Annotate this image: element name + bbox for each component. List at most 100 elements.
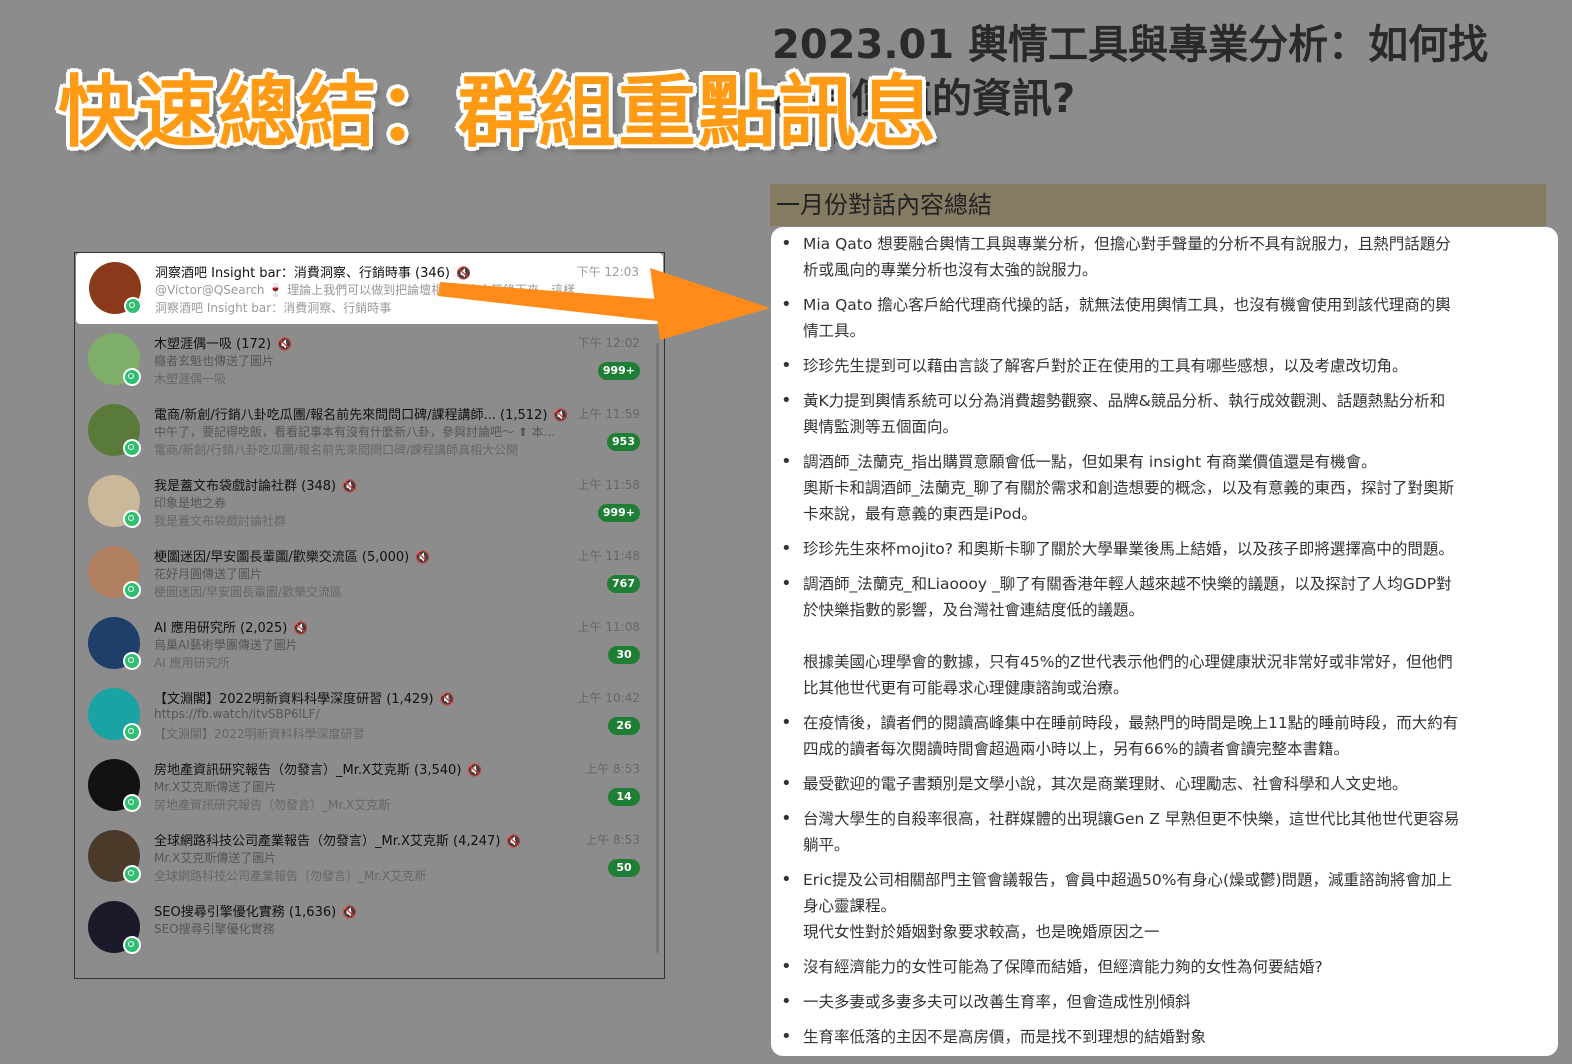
summary-line: 調酒師_法蘭克_指出購買意願會低一點，但如果有 insight 有商業價值還是有… [803, 453, 1377, 471]
chat-row[interactable]: 電商/新創/行銷八卦吃瓜團/報名前先來問問口碑/課程講師... (1,512) 🔇… [75, 395, 664, 466]
mute-icon: 🔇 [439, 692, 455, 706]
openchat-icon [124, 297, 142, 315]
chat-row[interactable]: 梗圖迷因/早安圖長輩圖/歡樂交流區 (5,000) 🔇 花好月圓傳送了圖片 梗圖迷因/… [75, 537, 664, 608]
chat-name-label: AI 應用研究所 (2,025) [154, 621, 288, 636]
chat-last-message: https://fb.watch/itvSBP6lLF/ [154, 707, 320, 721]
chat-name-label: 【文淵閣】2022明新資料科學深度研習 (1,429) [154, 692, 434, 707]
mute-icon: 🔇 [277, 337, 293, 351]
chat-row[interactable]: 我是蓋文布袋戲討論社群 (348) 🔇 印象是地之券 我是蓋文布袋戲討論社群 上午 11… [75, 466, 664, 537]
openchat-icon [123, 794, 141, 812]
summary-item: 最受歡迎的電子書類別是文學小說，其次是商業理財、心理勵志、社會科學和人文史地。 [781, 771, 1540, 797]
summary-line: 比其他世代更有可能尋求心理健康諮詢或治療。 [803, 679, 1129, 697]
unread-count-badge: 999+ [597, 362, 640, 380]
chat-name: 木塑涯偶一吸 (172) 🔇 [154, 333, 292, 352]
chat-name: SEO搜尋引擎優化實務 (1,636) 🔇 [154, 901, 357, 920]
chat-name: 我是蓋文布袋戲討論社群 (348) 🔇 [154, 475, 357, 494]
chat-row[interactable]: AI 應用研究所 (2,025) 🔇 烏巢AI藝術學團傳送了圖片 AI 應用研究所 上午… [75, 608, 664, 679]
summary-line: 四成的讀者每次閱讀時間會超過兩小時以上，另有66%的讀者會讀完整本書籍。 [803, 740, 1349, 758]
chat-name-label: 木塑涯偶一吸 (172) [154, 337, 272, 352]
summary-card: Mia Qato 想要融合輿情工具與專業分析，但擔心對手聲量的分析不具有說服力，… [771, 227, 1558, 1056]
chat-last-message: 花好月圓傳送了圖片 [154, 567, 263, 581]
mute-icon: 🔇 [342, 479, 358, 493]
mute-icon: 🔇 [293, 621, 309, 635]
chat-name-label: 全球網路科技公司產業報告（勿發言）_Mr.X艾克斯 (4,247) [154, 834, 501, 849]
openchat-icon [123, 652, 141, 670]
chat-time: 上午 8:53 [585, 833, 640, 847]
openchat-icon [123, 723, 141, 741]
openchat-icon [123, 439, 141, 457]
unread-count-badge: 14 [608, 788, 640, 806]
summary-item: 珍珍先生提到可以藉由言談了解客戶對於正在使用的工具有哪些感想，以及考慮改切角。 [781, 353, 1540, 379]
summary-line: 於快樂指數的影響，及台灣社會連結度低的議題。 [803, 601, 1145, 619]
chat-time: 上午 11:08 [577, 620, 640, 634]
mute-icon: 🔇 [455, 266, 471, 280]
chat-name: 梗圖迷因/早安圖長輩圖/歡樂交流區 (5,000) 🔇 [154, 546, 430, 565]
summary-item: Mia Qato 擔心客戶給代理商代操的話，就無法使用輿情工具，也沒有機會使用到… [781, 292, 1540, 344]
summary-line: 躺平。 [803, 836, 850, 854]
summary-line: 根據美國心理學會的數據，只有45%的Z世代表示他們的心理健康狀況非常好或非常好，… [803, 653, 1453, 671]
chat-group-name: 梗圖迷因/早安圖長輩圖/歡樂交流區 [154, 585, 343, 599]
chat-row[interactable]: SEO搜尋引擎優化實務 (1,636) 🔇 SEO搜尋引擎優化實務 [75, 892, 664, 963]
chat-row[interactable]: 木塑涯偶一吸 (172) 🔇 癮者玄魁也傳送了圖片 木塑涯偶一吸 下午 12:02 999… [75, 324, 664, 395]
summary-item: 在疫情後，讀者們的閱讀高峰集中在睡前時段，最熱門的時間是晚上11點的睡前時段，而… [781, 710, 1540, 762]
summary-line: 珍珍先生提到可以藉由言談了解客戶對於正在使用的工具有哪些感想，以及考慮改切角。 [803, 357, 1408, 375]
unread-count-badge: 953 [607, 433, 640, 451]
chat-last-message: SEO搜尋引擎優化實務 [154, 922, 275, 936]
chat-name-label: 電商/新創/行銷八卦吃瓜團/報名前先來問問口碑/課程講師... (1,512) [154, 408, 548, 423]
chat-row[interactable]: 房地產資訊研究報告（勿發言）_Mr.X艾克斯 (3,540) 🔇 Mr.X艾克斯傳送… [75, 750, 664, 821]
summary-line: 身心靈課程。 [803, 897, 897, 915]
summary-line: Eric提及公司相關部門主管會議報告，會員中超過50%有身心(燥或鬱)問題，減重… [803, 871, 1453, 889]
openchat-icon [123, 368, 141, 386]
unread-count-badge: 999+ [597, 504, 640, 522]
chat-list-window: 洞察酒吧 Insight bar：消費洞察、行銷時事 (346) 🔇 @Victor… [74, 252, 665, 979]
chat-time: 下午 12:02 [577, 336, 640, 350]
chat-name: 【文淵閣】2022明新資料科學深度研習 (1,429) 🔇 [154, 688, 455, 707]
section-heading: 一月份對話內容總結 [770, 184, 1546, 226]
chat-name: AI 應用研究所 (2,025) 🔇 [154, 617, 308, 636]
chat-group-name: 木塑涯偶一吸 [154, 372, 227, 386]
headline: 快速總結：群組重點訊息 [58, 68, 939, 158]
chat-row[interactable]: 洞察酒吧 Insight bar：消費洞察、行銷時事 (346) 🔇 @Victor… [76, 253, 663, 324]
summary-line: Mia Qato 擔心客戶給代理商代操的話，就無法使用輿情工具，也沒有機會使用到… [803, 296, 1451, 314]
chat-time: 上午 11:58 [577, 478, 640, 492]
summary-item: 珍珍先生來杯mojito? 和奧斯卡聊了關於大學畢業後馬上結婚，以及孩子即將選擇… [781, 536, 1540, 562]
chat-time: 下午 12:03 [576, 265, 639, 279]
arrow-head [650, 268, 770, 340]
chat-name: 洞察酒吧 Insight bar：消費洞察、行銷時事 (346) 🔇 [155, 262, 471, 281]
chat-time: 上午 11:48 [577, 549, 640, 563]
summary-line: 珍珍先生來杯mojito? 和奧斯卡聊了關於大學畢業後馬上結婚，以及孩子即將選擇… [803, 540, 1454, 558]
unread-count-badge: 30 [608, 646, 640, 664]
openchat-icon [123, 936, 141, 954]
chat-row[interactable]: 【文淵閣】2022明新資料科學深度研習 (1,429) 🔇 https://fb.w… [75, 679, 664, 750]
summary-line: 黃K力提到輿情系統可以分為消費趨勢觀察、品牌&競品分析、執行成效觀測、話題熱點分… [803, 392, 1446, 410]
mute-icon: 🔇 [415, 550, 431, 564]
summary-item: 黃K力提到輿情系統可以分為消費趨勢觀察、品牌&競品分析、執行成效觀測、話題熱點分… [781, 388, 1540, 440]
summary-line: 一夫多妻或多妻多夫可以改善生育率，但會造成性別傾斜 [803, 993, 1191, 1011]
mute-icon: 🔇 [506, 834, 522, 848]
mute-icon: 🔇 [553, 408, 569, 422]
openchat-icon [123, 581, 141, 599]
summary-item: 生育率低落的主因不是高房價，而是找不到理想的結婚對象 [781, 1024, 1540, 1050]
summary-line: 奧斯卡和調酒師_法蘭克_聊了有關於需求和創造想要的概念，以及有意義的東西，探討了… [803, 479, 1455, 497]
chat-name: 全球網路科技公司產業報告（勿發言）_Mr.X艾克斯 (4,247) 🔇 [154, 830, 521, 849]
chat-name-label: 梗圖迷因/早安圖長輩圖/歡樂交流區 (5,000) [154, 550, 410, 565]
summary-line: 沒有經濟能力的女性可能為了保障而結婚，但經濟能力夠的女性為何要結婚? [803, 958, 1323, 976]
summary-item: 沒有經濟能力的女性可能為了保障而結婚，但經濟能力夠的女性為何要結婚? [781, 954, 1540, 980]
summary-line: 情工具。 [803, 322, 866, 340]
summary-item: 調酒師_法蘭克_和Liaoooy _聊了有關香港年輕人越來越不快樂的議題，以及探… [781, 571, 1540, 701]
summary-item: 調酒師_法蘭克_指出購買意願會低一點，但如果有 insight 有商業價值還是有… [781, 449, 1540, 527]
openchat-icon [123, 865, 141, 883]
chat-last-message: 烏巢AI藝術學團傳送了圖片 [154, 638, 298, 652]
summary-list: Mia Qato 想要融合輿情工具與專業分析，但擔心對手聲量的分析不具有說服力，… [781, 231, 1540, 1050]
mute-icon: 🔇 [467, 763, 483, 777]
chat-last-message: 中午了，要記得吃飯，看看記事本有沒有什麼新八卦，參與討論吧～ ⬆ 本... [154, 425, 556, 439]
chat-name: 房地產資訊研究報告（勿發言）_Mr.X艾克斯 (3,540) 🔇 [154, 759, 482, 778]
chat-row[interactable]: 全球網路科技公司產業報告（勿發言）_Mr.X艾克斯 (4,247) 🔇 Mr.X艾克… [75, 821, 664, 892]
chat-last-message: Mr.X艾克斯傳送了圖片 [154, 780, 277, 794]
summary-line: 最受歡迎的電子書類別是文學小說，其次是商業理財、心理勵志、社會科學和人文史地。 [803, 775, 1408, 793]
chat-name-label: SEO搜尋引擎優化實務 (1,636) [154, 905, 337, 920]
chat-time: 上午 10:42 [577, 691, 640, 705]
chat-name-label: 我是蓋文布袋戲討論社群 (348) [154, 479, 337, 494]
chat-name-label: 房地產資訊研究報告（勿發言）_Mr.X艾克斯 (3,540) [154, 763, 462, 778]
chat-group-name: 全球網路科技公司產業報告（勿發言）_Mr.X艾克斯 [154, 869, 427, 883]
